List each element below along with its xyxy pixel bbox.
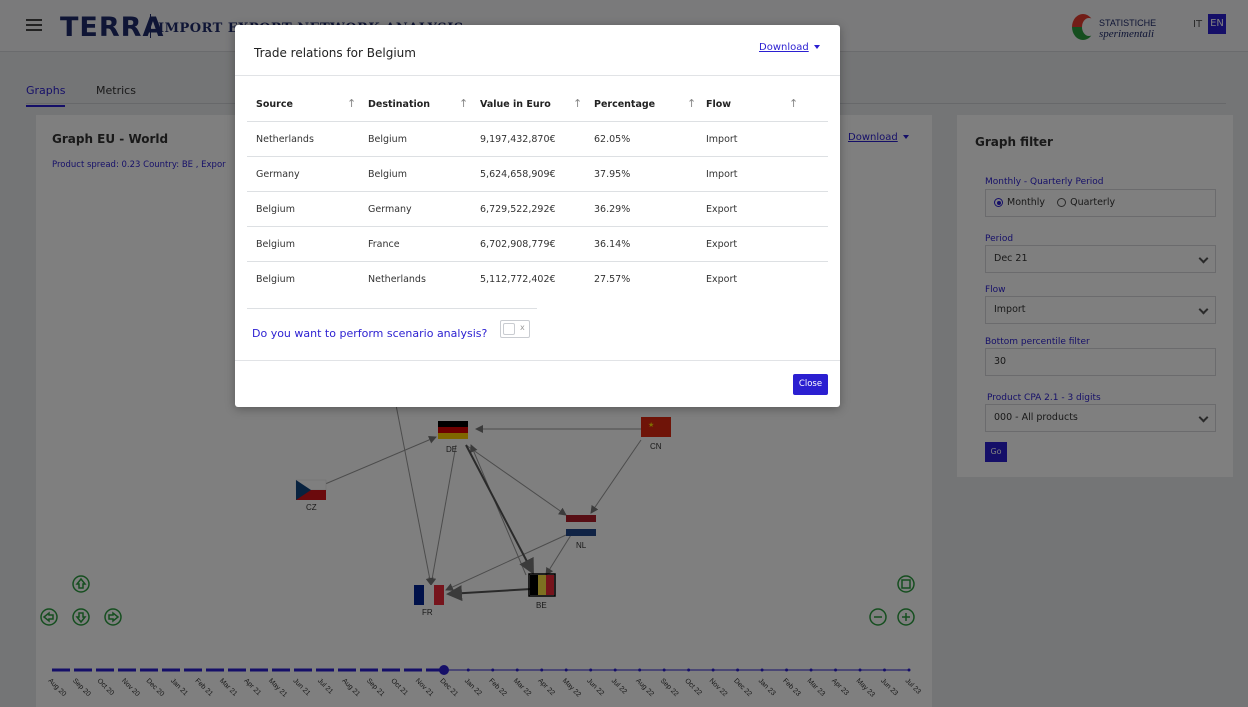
- cell-flow: Export: [706, 239, 738, 250]
- sort-arrow-icon[interactable]: ↑: [459, 97, 468, 110]
- column-header-flow[interactable]: Flow: [706, 99, 731, 110]
- column-header-source[interactable]: Source: [256, 99, 293, 110]
- column-header-percentage[interactable]: Percentage: [594, 99, 655, 110]
- cell-destination: France: [368, 239, 400, 250]
- cell-source: Germany: [256, 169, 300, 180]
- scenario-question: Do you want to perform scenario analysis…: [252, 327, 488, 340]
- trade-table: Source ↑ Destination ↑ Value in Euro ↑ P…: [247, 87, 828, 297]
- cell-percentage: 27.57%: [594, 274, 631, 285]
- modal-download-label: Download: [759, 42, 809, 53]
- table-row: Germany Belgium 5,624,658,909€ 37.95% Im…: [247, 157, 828, 192]
- table-row: Belgium Netherlands 5,112,772,402€ 27.57…: [247, 262, 828, 297]
- scenario-divider: [247, 308, 537, 309]
- toggle-off-label: x: [520, 323, 525, 332]
- modal-download-button[interactable]: Download: [759, 42, 820, 53]
- cell-source: Belgium: [256, 239, 295, 250]
- column-header-value[interactable]: Value in Euro: [480, 99, 551, 110]
- cell-percentage: 36.29%: [594, 204, 631, 215]
- cell-destination: Belgium: [368, 134, 407, 145]
- column-header-destination[interactable]: Destination: [368, 99, 430, 110]
- cell-value: 6,702,908,779€: [480, 239, 556, 250]
- caret-down-icon: [813, 45, 820, 49]
- cell-value: 5,624,658,909€: [480, 169, 556, 180]
- cell-flow: Export: [706, 204, 738, 215]
- cell-source: Netherlands: [256, 134, 314, 145]
- sort-arrow-icon[interactable]: ↑: [573, 97, 582, 110]
- cell-source: Belgium: [256, 204, 295, 215]
- cell-value: 9,197,432,870€: [480, 134, 556, 145]
- sort-arrow-icon[interactable]: ↑: [687, 97, 696, 110]
- cell-percentage: 37.95%: [594, 169, 631, 180]
- cell-flow: Import: [706, 169, 738, 180]
- close-button[interactable]: Close: [793, 374, 828, 395]
- cell-percentage: 62.05%: [594, 134, 631, 145]
- cell-percentage: 36.14%: [594, 239, 631, 250]
- modal-title: Trade relations for Belgium: [254, 46, 416, 60]
- cell-value: 5,112,772,402€: [480, 274, 556, 285]
- scenario-toggle[interactable]: x: [500, 320, 530, 338]
- toggle-knob: [503, 323, 515, 335]
- table-row: Belgium Germany 6,729,522,292€ 36.29% Ex…: [247, 192, 828, 227]
- cell-flow: Import: [706, 134, 738, 145]
- cell-destination: Belgium: [368, 169, 407, 180]
- modal-footer-divider: [235, 360, 840, 361]
- table-row: Netherlands Belgium 9,197,432,870€ 62.05…: [247, 122, 828, 157]
- cell-value: 6,729,522,292€: [480, 204, 556, 215]
- trade-relations-modal: Trade relations for Belgium Download Sou…: [235, 25, 840, 407]
- cell-flow: Export: [706, 274, 738, 285]
- cell-destination: Netherlands: [368, 274, 426, 285]
- table-row: Belgium France 6,702,908,779€ 36.14% Exp…: [247, 227, 828, 262]
- cell-source: Belgium: [256, 274, 295, 285]
- modal-header: Trade relations for Belgium Download: [235, 25, 840, 76]
- cell-destination: Germany: [368, 204, 412, 215]
- sort-arrow-icon[interactable]: ↑: [789, 97, 798, 110]
- table-header-row: Source ↑ Destination ↑ Value in Euro ↑ P…: [247, 87, 828, 122]
- sort-arrow-icon[interactable]: ↑: [347, 97, 356, 110]
